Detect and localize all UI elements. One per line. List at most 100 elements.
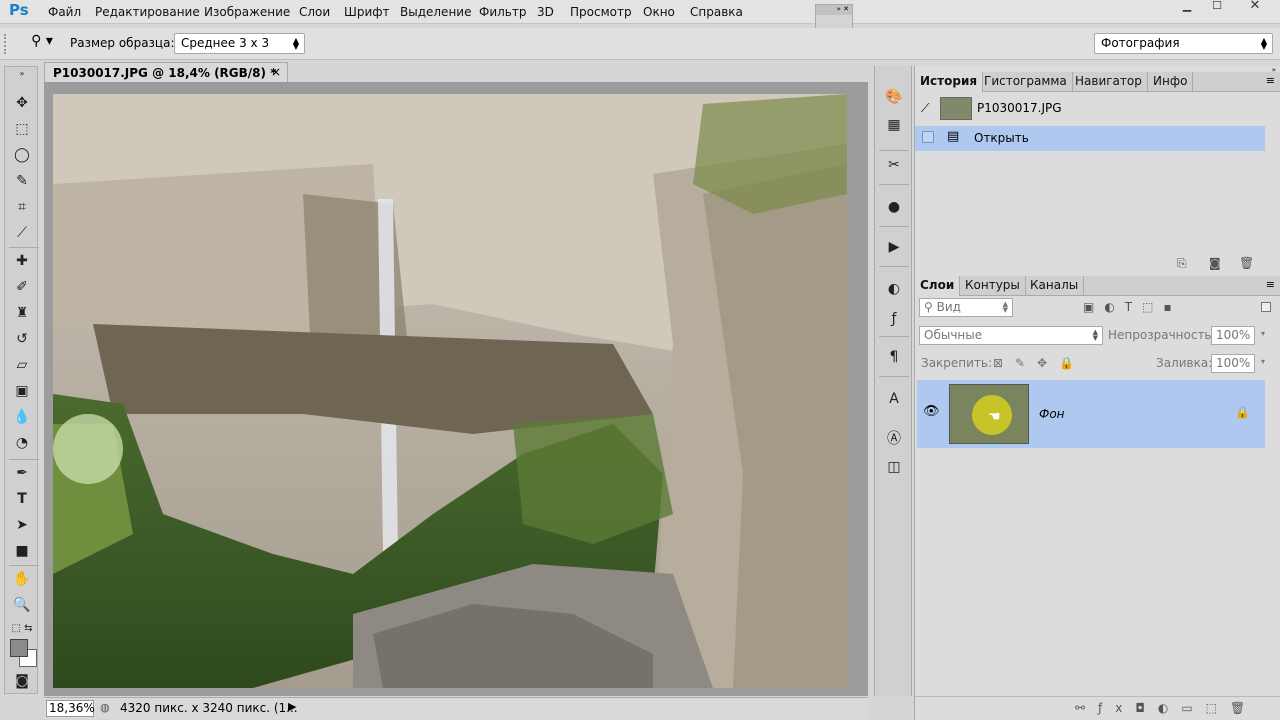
panel-icon-column: 🎨 ▦ ✂ ● ▶ ◐ ƒ ¶ A Ⓐ ◫ [874, 66, 912, 696]
pen-tool-icon[interactable]: ✒ [11, 463, 33, 483]
eyedropper-preset-icon[interactable]: ⚲ ▾ [24, 33, 60, 55]
path-select-tool-icon[interactable]: ➤ [11, 515, 33, 535]
swatches-panel-icon[interactable]: ▦ [883, 114, 905, 136]
panel-menu-icon[interactable]: ≡ [1266, 74, 1275, 87]
fill-slider-arrow-icon[interactable]: ▾ [1261, 357, 1265, 366]
tool-presets-icon[interactable]: ✂ [883, 154, 905, 176]
zoom-tool-icon[interactable]: 🔍 [11, 595, 33, 615]
status-icon[interactable]: ◍ [100, 701, 110, 714]
foreground-color-swatch[interactable] [10, 639, 28, 657]
tab-history[interactable]: История [915, 72, 984, 92]
actions-panel-icon[interactable]: ▶ [883, 236, 905, 258]
document-tab[interactable]: P1030017.JPG @ 18,4% (RGB/8) * × [44, 62, 288, 82]
fill-field[interactable]: 100% [1211, 354, 1255, 373]
history-brush-source-icon[interactable]: ⟋ [921, 101, 929, 116]
menu-edit[interactable]: Редактирование [95, 5, 200, 19]
menu-help[interactable]: Справка [690, 5, 743, 19]
snapshot-name: P1030017.JPG [977, 101, 1062, 115]
menu-window[interactable]: Окно [643, 5, 675, 19]
gradient-tool-icon[interactable]: ▣ [11, 381, 33, 401]
hand-tool-icon[interactable]: ✋ [11, 569, 33, 589]
menu-view[interactable]: Просмотр [570, 5, 632, 19]
layer-name[interactable]: Фон [1039, 407, 1065, 421]
tab-paths[interactable]: Контуры [960, 276, 1026, 296]
new-snapshot-icon[interactable]: ◙ [1209, 256, 1221, 270]
blend-mode-select[interactable]: Обычные ▲ ▼ [919, 326, 1103, 345]
paragraph-styles-icon[interactable]: ◫ [883, 456, 905, 478]
collapse-icon[interactable]: » [11, 69, 33, 79]
layers-bottom-bar: ⚯ƒx◘◐▭⬚🗑 [915, 696, 1280, 720]
tab-navigator[interactable]: Навигатор [1070, 72, 1148, 92]
crop-tool-icon[interactable]: ⌗ [11, 197, 33, 217]
history-step[interactable]: ▤ Открыть [915, 126, 1265, 151]
paragraph-panel-icon[interactable]: ¶ [883, 346, 905, 368]
eyedropper-tool-icon[interactable]: ⟋ [11, 223, 33, 243]
layer-filter-label: Вид [936, 300, 961, 314]
quick-mask-icon[interactable]: ◙ [11, 671, 33, 691]
move-tool-icon[interactable]: ✥ [11, 93, 33, 113]
zoom-field[interactable]: 18,36% [46, 700, 95, 717]
fill-label: Заливка: [1156, 356, 1213, 370]
status-menu-arrow-icon[interactable]: ▶ [288, 700, 296, 713]
workspace-select[interactable]: Фотография ▲ ▼ [1094, 33, 1273, 54]
document-image[interactable] [53, 94, 847, 688]
type-tool-icon[interactable]: T [11, 489, 33, 509]
tab-layers[interactable]: Слои [915, 276, 961, 296]
healing-brush-tool-icon[interactable]: ✚ [11, 251, 33, 271]
maximize-button[interactable]: ☐ [1202, 0, 1232, 14]
opacity-slider-arrow-icon[interactable]: ▾ [1261, 329, 1265, 338]
layer-actions-icons[interactable]: ⚯ƒx◘◐▭⬚🗑 [1075, 701, 1258, 715]
menu-layers[interactable]: Слои [299, 5, 330, 19]
sample-size-value: Среднее 3 х 3 [181, 36, 270, 50]
menu-3d[interactable]: 3D [537, 5, 554, 19]
menu-filter[interactable]: Фильтр [479, 5, 526, 19]
panel-collapse-icon[interactable]: » ✕ [816, 5, 852, 15]
tab-channels[interactable]: Каналы [1025, 276, 1085, 296]
new-document-from-state-icon[interactable]: ⎘ [1177, 256, 1187, 271]
blend-mode-value: Обычные [924, 328, 983, 342]
marquee-tool-icon[interactable]: ⬚ [11, 119, 33, 139]
character-panel-icon[interactable]: A [883, 388, 905, 410]
app-logo: Ps [9, 1, 29, 19]
menu-type[interactable]: Шрифт [344, 5, 390, 19]
quick-select-tool-icon[interactable]: ✎ [11, 171, 33, 191]
tab-histogram[interactable]: Гистограмма [979, 72, 1073, 92]
tab-info[interactable]: Инфо [1148, 72, 1194, 92]
menu-select[interactable]: Выделение [400, 5, 471, 19]
layer-row[interactable]: 👁 ☚ Фон 🔒 [917, 380, 1265, 448]
eraser-tool-icon[interactable]: ▱ [11, 355, 33, 375]
minimize-button[interactable]: ▁ [1172, 0, 1202, 14]
eye-icon[interactable]: 👁 [923, 404, 940, 419]
chevron-updown-icon: ▲ ▼ [292, 36, 299, 51]
history-brush-checkbox[interactable] [922, 131, 934, 143]
opacity-field[interactable]: 100% [1211, 326, 1255, 345]
blur-tool-icon[interactable]: 💧 [11, 407, 33, 427]
character-styles-icon[interactable]: Ⓐ [883, 428, 905, 450]
panel-menu-icon[interactable]: ≡ [1266, 278, 1275, 291]
layer-filter-select[interactable]: ⚲ Вид ▲ ▼ [919, 298, 1013, 317]
adjustments-panel-icon[interactable]: ◐ [883, 278, 905, 300]
close-tab-icon[interactable]: × [271, 65, 281, 79]
lasso-tool-icon[interactable]: ◯ [11, 145, 33, 165]
menu-file[interactable]: Файл [48, 5, 81, 19]
trash-icon[interactable]: 🗑 [1239, 256, 1254, 270]
chevron-updown-icon: ▲ ▼ [1002, 300, 1008, 314]
styles-panel-icon[interactable]: ƒ [883, 308, 905, 330]
color-panel-icon[interactable]: 🎨 [883, 86, 905, 108]
menu-image[interactable]: Изображение [204, 5, 290, 19]
swap-colors-icon[interactable]: ⬚ ⇆ [11, 619, 33, 639]
dodge-tool-icon[interactable]: ◔ [11, 433, 33, 453]
photo-canvas [53, 94, 847, 688]
filter-toggle-icon[interactable] [1261, 302, 1271, 312]
brush-tool-icon[interactable]: ✐ [11, 277, 33, 297]
history-brush-tool-icon[interactable]: ↺ [11, 329, 33, 349]
lock-icons[interactable]: ⊠✎✥🔒 [993, 356, 1086, 370]
history-snapshot[interactable]: ⟋ P1030017.JPG [915, 94, 1280, 124]
kuler-icon[interactable]: ● [883, 196, 905, 218]
layer-filter-icons[interactable]: ▣◐T⬚▪ [1083, 300, 1182, 314]
clone-stamp-tool-icon[interactable]: ♜ [11, 303, 33, 323]
close-window-button[interactable]: ✕ [1232, 0, 1278, 14]
sample-size-select[interactable]: Среднее 3 х 3 ▲ ▼ [174, 33, 305, 54]
grip-icon [4, 34, 7, 54]
rectangle-tool-icon[interactable]: ■ [11, 541, 33, 561]
